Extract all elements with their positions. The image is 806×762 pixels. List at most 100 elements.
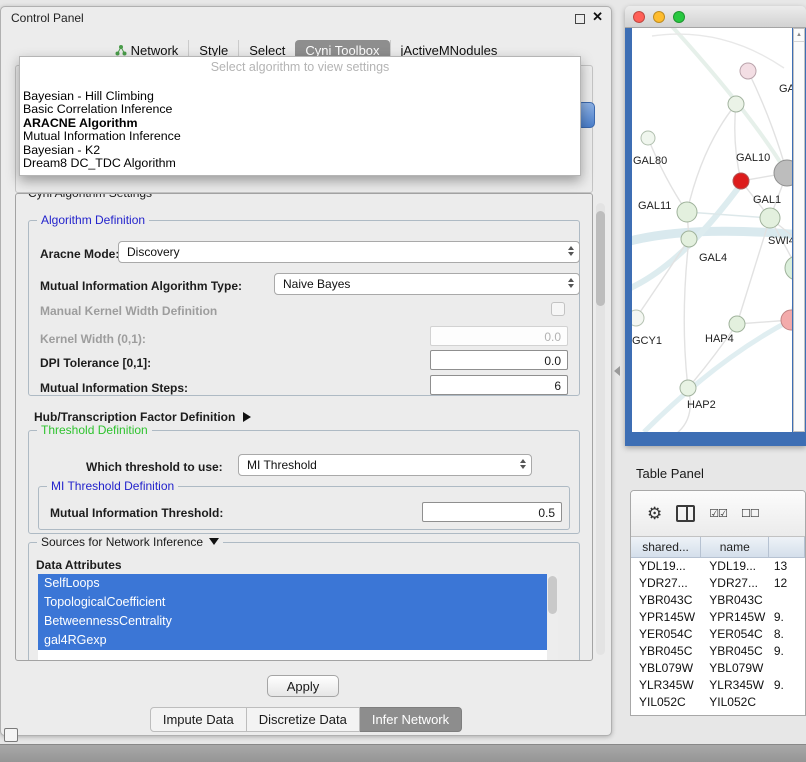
graph-node[interactable] [740, 63, 756, 79]
table-cell: 9. [770, 677, 805, 694]
data-attributes-list[interactable]: SelfLoopsTopologicalCoefficientBetweenne… [38, 574, 558, 660]
table-row[interactable]: YLR345WYLR345W9. [631, 677, 805, 694]
bottom-tab-infer-network[interactable]: Infer Network [360, 707, 462, 732]
splitter-collapse-icon[interactable] [614, 366, 620, 376]
graph-edge[interactable] [652, 34, 784, 68]
mi-steps-field[interactable]: 6 [430, 375, 568, 395]
graph-node[interactable] [728, 96, 744, 112]
gear-icon[interactable]: ⚙ [647, 504, 662, 524]
bottom-status-strip [0, 744, 806, 762]
graph-edge[interactable] [687, 212, 770, 218]
graph-edge[interactable] [684, 239, 689, 388]
table-cell: YBR045C [701, 643, 770, 660]
network-scrollbar[interactable]: ▲ [793, 28, 805, 432]
mi-type-value: Naive Bayes [283, 277, 350, 291]
scroll-up-icon[interactable]: ▲ [794, 29, 804, 42]
algorithm-option[interactable]: ARACNE Algorithm [20, 117, 580, 130]
combo-arrows-icon [568, 278, 574, 288]
table-row[interactable]: YER054CYER054C8. [631, 626, 805, 643]
attribute-list-scrollbar[interactable] [547, 574, 558, 660]
mi-threshold-field[interactable]: 0.5 [422, 502, 562, 522]
select-all-checks-icon[interactable]: ☑☑ [709, 507, 727, 520]
table-cell: YPR145W [631, 609, 701, 626]
minimize-button[interactable] [653, 11, 665, 23]
graph-node[interactable] [680, 380, 696, 396]
manual-kernel-checkbox[interactable] [551, 302, 565, 316]
mi-threshold-label: Mutual Information Threshold: [50, 506, 223, 520]
table-row[interactable]: YBR045CYBR045C9. [631, 643, 805, 660]
algorithm-option[interactable]: Mutual Information Inference [20, 130, 580, 143]
data-attribute-item[interactable]: gal4RGexp [38, 631, 547, 650]
graph-node[interactable] [677, 202, 697, 222]
algorithm-option[interactable]: Bayesian - K2 [20, 144, 580, 157]
algorithm-option[interactable]: Dream8 DC_TDC Algorithm [20, 157, 580, 170]
table-cell: YBL079W [701, 660, 770, 677]
graph-node[interactable] [760, 208, 780, 228]
table-row[interactable]: YDR27...YDR27...12 [631, 575, 805, 592]
table-cell: 9. [770, 643, 805, 660]
graph-node[interactable] [774, 160, 792, 186]
column-header[interactable]: shared... [631, 537, 701, 557]
dpi-tolerance-field[interactable]: 0.0 [430, 350, 568, 370]
bottom-tab-impute-data[interactable]: Impute Data [150, 707, 247, 732]
zoom-button[interactable] [673, 11, 685, 23]
network-graph[interactable]: GALGAL80GAL10GAL11GAL1SWI4GAL4GCY1HAP4HA… [632, 28, 792, 432]
graph-node-label: GAL1 [753, 194, 781, 206]
columns-icon[interactable] [676, 505, 695, 522]
dropdown-placeholder: Select algorithm to view settings [20, 57, 580, 76]
table-row[interactable]: YBL079WYBL079W [631, 660, 805, 677]
table-rows: YDL19...YDL19...13YDR27...YDR27...12YBR0… [631, 558, 805, 711]
aracne-mode-select[interactable]: Discovery [118, 241, 580, 263]
table-cell: YDL19... [631, 558, 701, 575]
settings-group-title: Cyni Algorithm Settings [24, 193, 156, 200]
table-row[interactable]: YPR145WYPR145W9. [631, 609, 805, 626]
column-header[interactable] [769, 537, 805, 557]
network-view-window: GALGAL80GAL10GAL11GAL1SWI4GAL4GCY1HAP4HA… [625, 6, 806, 446]
table-toolbar: ⚙ ☑☑ ☐☐ [631, 491, 805, 537]
kernel-width-field[interactable]: 0.0 [430, 326, 568, 346]
bottom-tab-discretize-data[interactable]: Discretize Data [247, 707, 360, 732]
deselect-all-checks-icon[interactable]: ☐☐ [741, 507, 759, 520]
control-panel-window: Control Panel ✕ NetworkStyleSelectCyni T… [0, 6, 612, 736]
which-threshold-label: Which threshold to use: [86, 460, 223, 474]
table-row[interactable]: YDL19...YDL19...13 [631, 558, 805, 575]
attr-items: SelfLoopsTopologicalCoefficientBetweenne… [38, 574, 558, 650]
graph-node[interactable] [733, 173, 749, 189]
mi-steps-label: Mutual Information Steps: [40, 381, 188, 395]
table-cell: YBR043C [701, 592, 770, 609]
settings-scrollbar[interactable] [596, 203, 605, 655]
algorithm-option[interactable]: Basic Correlation Inference [20, 103, 580, 116]
data-attribute-item[interactable]: BetweennessCentrality [38, 612, 547, 631]
graph-node-label: SWI4 [768, 235, 792, 247]
graph-node[interactable] [632, 310, 644, 326]
graph-node[interactable] [729, 316, 745, 332]
algorithm-dropdown-popup: Select algorithm to view settings Bayesi… [19, 56, 581, 176]
table-row[interactable]: YIL052CYIL052C [631, 694, 805, 711]
float-window-icon[interactable] [575, 14, 585, 24]
algorithm-dropdown-items: Bayesian - Hill ClimbingBasic Correlatio… [20, 90, 580, 170]
algorithm-option[interactable]: Bayesian - Hill Climbing [20, 90, 580, 103]
mi-type-select[interactable]: Naive Bayes [274, 273, 580, 295]
close-button[interactable] [633, 11, 645, 23]
table-cell: YBR045C [631, 643, 701, 660]
settings-scrollbar-thumb[interactable] [596, 211, 605, 306]
column-header[interactable]: name [701, 537, 769, 557]
which-threshold-select[interactable]: MI Threshold [238, 454, 532, 476]
data-attribute-item[interactable]: SelfLoops [38, 574, 547, 593]
threshold-definition-title: Threshold Definition [37, 423, 152, 437]
sources-title-row[interactable]: Sources for Network Inference [37, 535, 223, 549]
close-icon[interactable]: ✕ [592, 9, 603, 25]
network-canvas[interactable]: GALGAL80GAL10GAL11GAL1SWI4GAL4GCY1HAP4HA… [632, 28, 792, 432]
graph-node[interactable] [681, 231, 697, 247]
graph-node[interactable] [641, 131, 655, 145]
table-panel-window: ⚙ ☑☑ ☐☐ shared...name YDL19...YDL19...13… [630, 490, 806, 716]
attribute-list-scrollbar-thumb[interactable] [548, 576, 557, 614]
data-attribute-item[interactable]: TopologicalCoefficient [38, 593, 547, 612]
graph-node[interactable] [785, 256, 792, 280]
table-cell: YBL079W [631, 660, 701, 677]
table-row[interactable]: YBR043CYBR043C [631, 592, 805, 609]
aracne-mode-label: Aracne Mode: [40, 247, 119, 261]
graph-edge[interactable] [735, 104, 741, 181]
panel-toggle-icon[interactable] [4, 728, 18, 742]
apply-button[interactable]: Apply [267, 675, 339, 697]
